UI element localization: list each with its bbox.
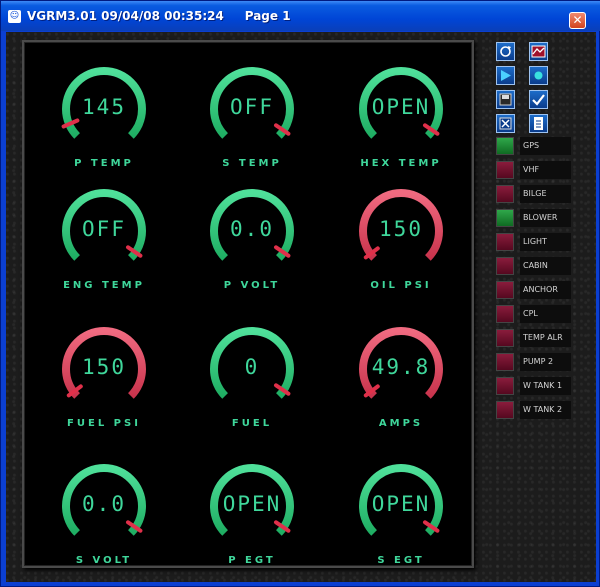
switch-label: LIGHT [520,233,571,251]
gauge-p-egt: OPEN P EGT [187,454,317,584]
cancel-icon [499,117,512,130]
switch-pump-2[interactable]: PUMP 2 [496,353,571,371]
gauge-hex-temp: OPEN HEX TEMP [336,57,466,187]
gauge-value: 0.0 [230,217,274,241]
switch-blower[interactable]: BLOWER [496,209,571,227]
gauge-label: P EGT [228,555,276,566]
gauge-label: ENG TEMP [63,280,145,291]
switch-gps[interactable]: GPS [496,137,571,155]
switch-toggle[interactable] [496,329,514,347]
gauge-fuel-psi: 150 FUEL PSI [39,317,169,447]
gauge-p-temp: 145 P TEMP [39,57,169,187]
gauge-value: OFF [230,95,274,119]
gauge-panel: 145 P TEMP OFF S TEMP OPEN HEX TEMP OFF ENG … [22,40,474,568]
gauge-value: OFF [82,217,126,241]
switch-label: CABIN [520,257,571,275]
switch-light[interactable]: LIGHT [496,233,571,251]
switch-vhf[interactable]: VHF [496,161,571,179]
switch-label: ANCHOR [520,281,571,299]
switch-toggle[interactable] [496,209,514,227]
switch-temp-alr[interactable]: TEMP ALR [496,329,571,347]
gauge-s-egt: OPEN S EGT [336,454,466,584]
switch-label: GPS [520,137,571,155]
gauge-label: FUEL [231,418,273,429]
play-icon [501,70,511,81]
switch-w-tank-2[interactable]: W TANK 2 [496,401,571,419]
title-bar[interactable]: ☺ VGRM3.01 09/04/08 00:35:24 Page 1 ✕ [1,1,600,31]
switch-toggle[interactable] [496,377,514,395]
switch-cabin[interactable]: CABIN [496,257,571,275]
gauge-s-temp: OFF S TEMP [187,57,317,187]
gauge-value: 49.8 [371,355,431,379]
switch-label: PUMP 2 [520,353,571,371]
record-icon [534,71,543,80]
gauge-label: P VOLT [223,280,281,291]
switch-toggle[interactable] [496,281,514,299]
cancel-button[interactable] [496,114,515,133]
refresh-icon [500,46,511,57]
gauge-s-volt: 0.0 S VOLT [39,454,169,584]
gauge-value: 0.0 [82,492,126,516]
switch-toggle[interactable] [496,257,514,275]
switch-label: W TANK 2 [520,401,571,419]
switch-toggle[interactable] [496,233,514,251]
gauge-label: AMPS [378,418,424,429]
play-button[interactable] [496,66,515,85]
switch-toggle[interactable] [496,401,514,419]
app-window: ☺ VGRM3.01 09/04/08 00:35:24 Page 1 ✕ 14… [0,0,600,587]
record-button[interactable] [529,66,548,85]
switch-toggle[interactable] [496,353,514,371]
chart-button[interactable] [529,42,548,61]
gauge-fuel: 0 FUEL [187,317,317,447]
app-icon[interactable]: ☺ [8,10,21,23]
check-button[interactable] [529,90,548,109]
switch-label: TEMP ALR [520,329,571,347]
gauge-value: 0 [244,355,260,379]
gauge-label: FUEL PSI [67,418,141,429]
gauge-p-volt: 0.0 P VOLT [187,179,317,309]
switch-toggle[interactable] [496,137,514,155]
gauge-value: OPEN [222,492,282,516]
switch-w-tank-1[interactable]: W TANK 1 [496,377,571,395]
gauge-label: OIL PSI [370,280,432,291]
switch-label: W TANK 1 [520,377,571,395]
gauge-label: S VOLT [75,555,133,566]
gauge-label: P TEMP [74,158,134,169]
gauge-value: 150 [82,355,126,379]
switch-anchor[interactable]: ANCHOR [496,281,571,299]
gauge-value: 145 [82,95,126,119]
switch-label: CPL [520,305,571,323]
save-icon [499,93,512,106]
refresh-button[interactable] [496,42,515,61]
gauge-value: 150 [379,217,423,241]
document-icon [534,117,543,130]
gauge-oil-psi: 150 OIL PSI [336,179,466,309]
switch-toggle[interactable] [496,185,514,203]
gauge-amps: 49.8 AMPS [336,317,466,447]
switch-label: BILGE [520,185,571,203]
save-button[interactable] [496,90,515,109]
close-button[interactable]: ✕ [569,12,586,29]
gauge-label: S TEMP [222,158,282,169]
gauge-value: OPEN [371,95,431,119]
check-icon [532,94,545,106]
switch-toggle[interactable] [496,305,514,323]
client-area: 145 P TEMP OFF S TEMP OPEN HEX TEMP OFF ENG … [6,32,596,582]
switch-label: VHF [520,161,571,179]
window-title: VGRM3.01 09/04/08 00:35:24 Page 1 [27,9,291,23]
gauge-label: HEX TEMP [360,158,442,169]
switch-toggle[interactable] [496,161,514,179]
switch-label: BLOWER [520,209,571,227]
gauge-label: S EGT [377,555,425,566]
gauge-eng-temp: OFF ENG TEMP [39,179,169,309]
switch-bilge[interactable]: BILGE [496,185,571,203]
document-button[interactable] [529,114,548,133]
gauge-value: OPEN [371,492,431,516]
switch-cpl[interactable]: CPL [496,305,571,323]
chart-icon [531,45,546,58]
